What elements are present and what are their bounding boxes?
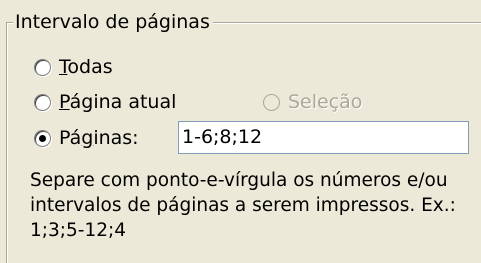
help-line-3: 1;3;5-12;4 [30,220,126,241]
radio-todas-label: Todas [59,56,113,78]
radio-todas[interactable]: Todas [34,54,113,80]
radio-selecao: Seleção [263,89,362,115]
help-line-1: Separe com ponto-e-vírgula os números e/… [30,170,448,191]
radio-pagina-atual-label: Página atual [59,91,177,113]
radio-button-selected-icon[interactable] [34,129,51,147]
radio-button-icon [263,93,280,111]
radio-selecao-label: Seleção [288,91,363,113]
radio-paginas[interactable]: Páginas: [34,125,139,151]
help-line-2: intervalos de páginas a serem impressos.… [30,195,456,216]
radio-pagina-atual[interactable]: Página atual [34,89,176,115]
radio-button-icon[interactable] [34,58,51,76]
radio-button-icon[interactable] [34,93,51,111]
pages-input[interactable]: 1-6;8;12 [178,121,469,154]
group-title: Intervalo de páginas [13,9,213,35]
radio-paginas-label: Páginas: [59,127,139,149]
help-text: Separe com ponto-e-vírgula os números e/… [30,168,475,243]
